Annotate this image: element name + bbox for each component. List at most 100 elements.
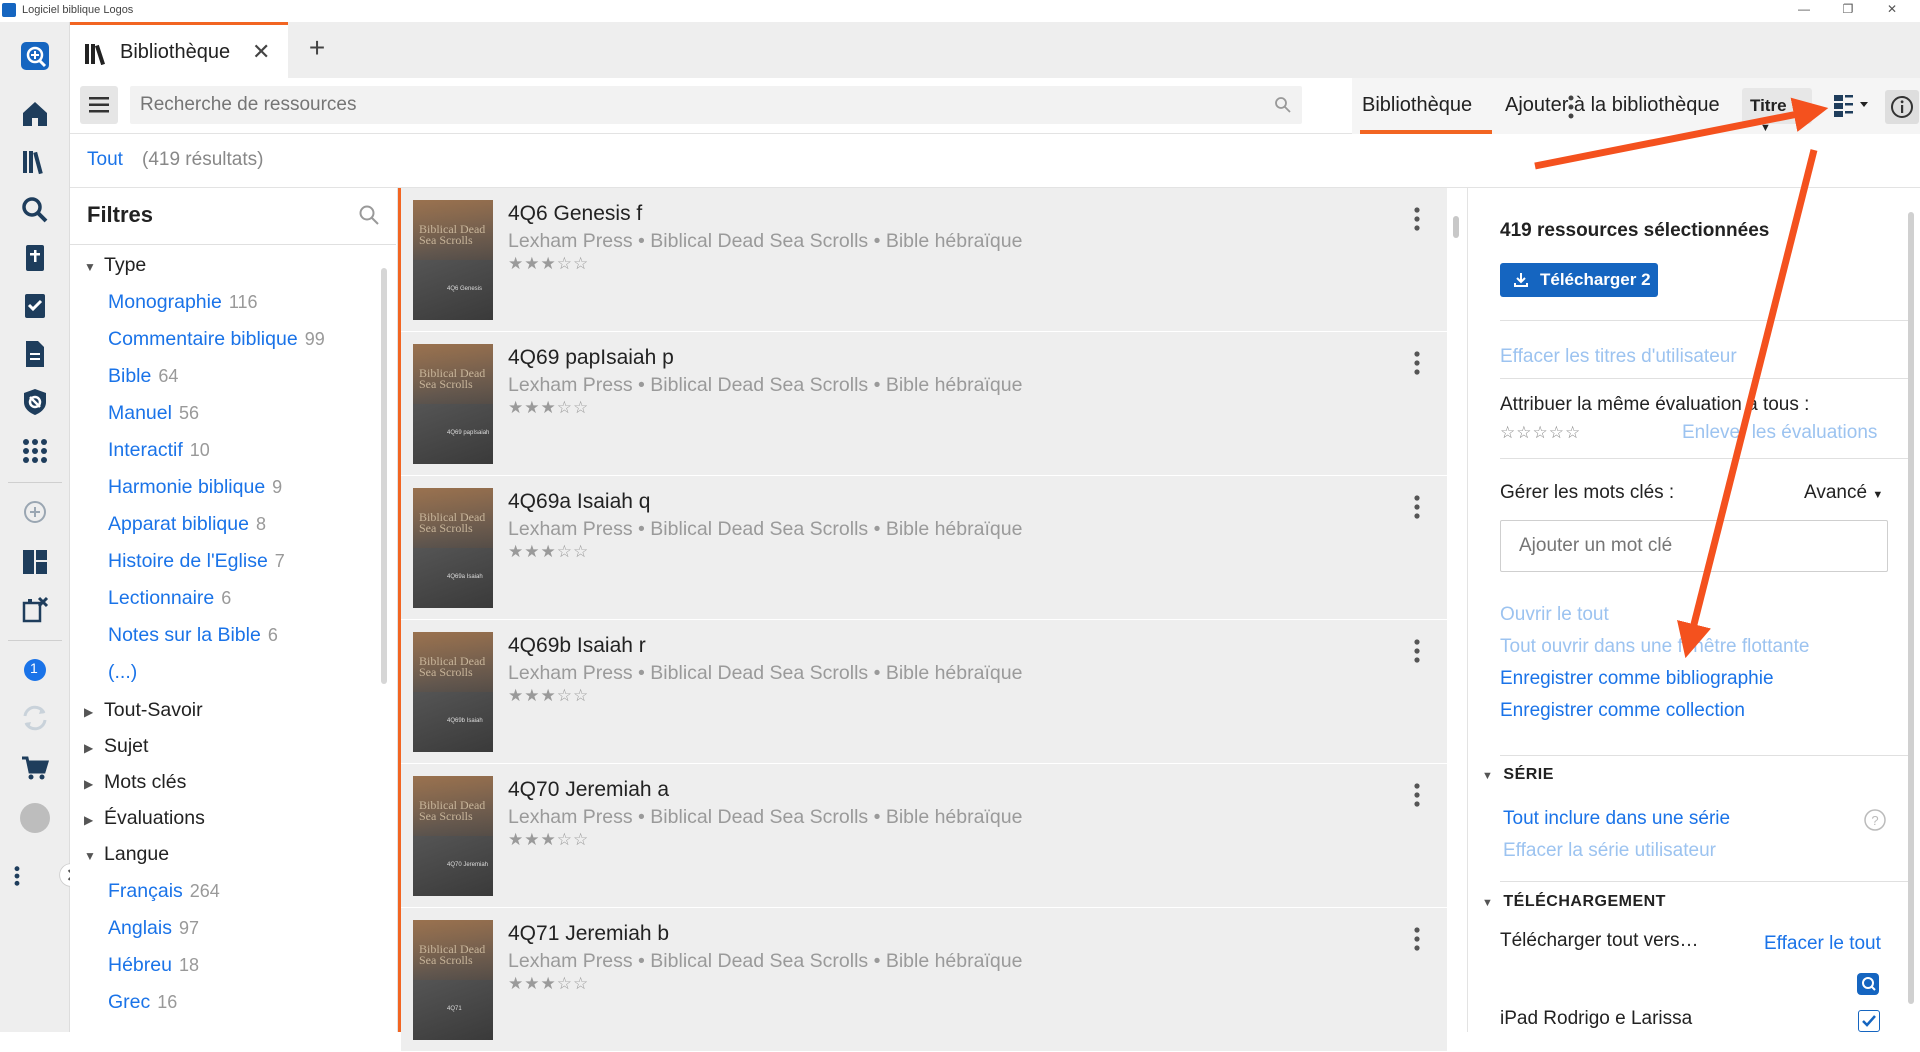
filter-item[interactable]: Hébreu 18 — [108, 954, 199, 984]
info-panel-button[interactable] — [1885, 90, 1919, 124]
library-icon[interactable] — [13, 140, 57, 184]
list-item[interactable]: Biblical Dead Sea Scrolls 4Q69b Isaiah 4Q… — [401, 620, 1447, 764]
filter-item[interactable]: Bible 64 — [108, 365, 178, 395]
rating-stars[interactable]: ★★★☆☆ — [508, 254, 589, 274]
close-tab-icon[interactable]: ✕ — [252, 39, 270, 65]
list-item[interactable]: Biblical Dead Sea Scrolls 4Q70 Jeremiah 4… — [401, 764, 1447, 908]
filter-item[interactable]: Français 264 — [108, 880, 220, 910]
layouts-icon[interactable] — [13, 540, 57, 584]
resource-title[interactable]: 4Q70 Jeremiah a — [508, 778, 669, 802]
clear-all-link[interactable]: Effacer le tout — [1764, 933, 1881, 955]
filters-scrollbar-thumb[interactable] — [381, 268, 387, 684]
avatar[interactable] — [13, 796, 57, 840]
list-item[interactable]: Biblical Dead Sea Scrolls 4Q6 Genesis 4Q6… — [401, 188, 1447, 332]
notifications-badge[interactable]: 1 — [13, 648, 57, 692]
info-scrollbar-thumb[interactable] — [1908, 212, 1914, 1004]
open-all-link[interactable]: Ouvrir le tout — [1500, 604, 1609, 626]
filter-group-type[interactable]: ▼ Type — [84, 254, 146, 284]
logos-search-home-icon[interactable] — [13, 34, 57, 78]
filters-scrollbar[interactable] — [380, 258, 388, 1018]
filter-more-link[interactable]: (...) — [108, 661, 137, 691]
filter-group-language[interactable]: ▼ Langue — [84, 843, 169, 873]
filter-group-collapsed[interactable]: ▶ Évaluations — [84, 807, 205, 837]
close-panels-icon[interactable] — [13, 588, 57, 632]
resource-search-input[interactable] — [130, 86, 1260, 124]
save-collection-link[interactable]: Enregistrer comme collection — [1500, 700, 1745, 722]
rating-stars-input[interactable]: ☆☆☆☆☆ — [1500, 423, 1581, 443]
panel-more-menu[interactable] — [1556, 90, 1586, 124]
open-floating-link[interactable]: Tout ouvrir dans une fenêtre flottante — [1500, 636, 1809, 658]
rating-stars[interactable]: ★★★☆☆ — [508, 686, 589, 706]
close-window-button[interactable]: ✕ — [1872, 2, 1912, 20]
info-scrollbar[interactable] — [1901, 188, 1920, 1032]
download-button[interactable]: Télécharger 2 — [1500, 263, 1658, 297]
bible-icon[interactable] — [13, 236, 57, 280]
resource-title[interactable]: 4Q71 Jeremiah b — [508, 922, 669, 946]
list-item[interactable]: Biblical Dead Sea Scrolls 4Q69a Isaiah 4Q… — [401, 476, 1447, 620]
new-tab-button[interactable]: + — [302, 34, 332, 64]
clear-ratings-link[interactable]: Enlever les évaluations — [1682, 422, 1877, 444]
rating-stars[interactable]: ★★★☆☆ — [508, 830, 589, 850]
item-menu-icon[interactable] — [1407, 492, 1427, 522]
filter-item[interactable]: Apparat biblique 8 — [108, 513, 266, 543]
list-item[interactable]: Biblical Dead Sea Scrolls 4Q69 papIsaiah … — [401, 332, 1447, 476]
filter-group-collapsed[interactable]: ▶ Tout-Savoir — [84, 699, 203, 729]
more-vertical-icon[interactable] — [4, 854, 30, 898]
restore-button[interactable]: ❐ — [1828, 2, 1868, 20]
filter-item[interactable]: Harmonie biblique 9 — [108, 476, 282, 506]
results-scrollbar[interactable] — [1447, 188, 1467, 1032]
clear-user-titles-link[interactable]: Effacer les titres d'utilisateur — [1500, 346, 1737, 368]
sync-icon[interactable] — [13, 696, 57, 740]
rating-stars[interactable]: ★★★☆☆ — [508, 542, 589, 562]
series-section-toggle[interactable]: ▼ SÉRIE — [1482, 766, 1554, 784]
filter-search-icon[interactable] — [358, 204, 380, 226]
list-item[interactable]: Biblical Dead Sea Scrolls 4Q71 4Q71 Jerem… — [401, 908, 1447, 1052]
cart-icon[interactable] — [13, 746, 57, 790]
resource-title[interactable]: 4Q6 Genesis f — [508, 202, 642, 226]
tab-library-view[interactable]: Bibliothèque — [1362, 94, 1472, 117]
series-clear-link[interactable]: Effacer la série utilisateur — [1503, 840, 1716, 862]
rating-stars[interactable]: ★★★☆☆ — [508, 398, 589, 418]
help-icon[interactable]: ? — [1863, 808, 1887, 832]
filter-item[interactable]: Manuel 56 — [108, 402, 199, 432]
download-section-toggle[interactable]: ▼ TÉLÉCHARGEMENT — [1482, 893, 1666, 911]
filter-group-collapsed[interactable]: ▶ Mots clés — [84, 771, 186, 801]
filter-item[interactable]: Lectionnaire 6 — [108, 587, 231, 617]
filter-item[interactable]: Anglais 97 — [108, 917, 199, 947]
apps-grid-icon[interactable] — [13, 428, 57, 472]
scope-all-link[interactable]: Tout — [87, 149, 123, 171]
resource-title[interactable]: 4Q69b Isaiah r — [508, 634, 646, 658]
save-bibliography-link[interactable]: Enregistrer comme bibliographie — [1500, 668, 1774, 690]
resource-title[interactable]: 4Q69 papIsaiah p — [508, 346, 674, 370]
panel-menu-button[interactable] — [80, 86, 118, 124]
rating-stars[interactable]: ★★★☆☆ — [508, 974, 589, 994]
filter-item[interactable]: Notes sur la Bible 6 — [108, 624, 278, 654]
view-mode-dropdown[interactable] — [1830, 90, 1874, 122]
advanced-dropdown[interactable]: Avancé ▼ — [1804, 482, 1883, 504]
filter-group-collapsed[interactable]: ▶ Sujet — [84, 735, 148, 765]
shield-icon[interactable] — [13, 380, 57, 424]
item-menu-icon[interactable] — [1407, 636, 1427, 666]
filter-item[interactable]: Grec 16 — [108, 991, 177, 1021]
search-icon[interactable] — [13, 188, 57, 232]
item-menu-icon[interactable] — [1407, 348, 1427, 378]
home-icon[interactable] — [13, 92, 57, 136]
series-include-link[interactable]: Tout inclure dans une série — [1503, 808, 1730, 830]
item-menu-icon[interactable] — [1407, 204, 1427, 234]
add-layout-icon[interactable] — [13, 490, 57, 534]
tab-library[interactable]: Bibliothèque ✕ — [70, 22, 288, 78]
tab-add-to-library[interactable]: Ajouter à la bibliothèque — [1505, 94, 1720, 117]
minimize-button[interactable]: — — [1784, 2, 1824, 20]
item-menu-icon[interactable] — [1407, 924, 1427, 954]
filter-item[interactable]: Commentaire biblique 99 — [108, 328, 325, 358]
filter-item[interactable]: Interactif 10 — [108, 439, 210, 469]
device-checkbox[interactable] — [1858, 1010, 1880, 1032]
results-scrollbar-thumb[interactable] — [1453, 216, 1459, 238]
filter-item[interactable]: Histoire de l'Eglise 7 — [108, 550, 285, 580]
tasks-icon[interactable] — [13, 284, 57, 328]
keyword-input[interactable] — [1501, 521, 1887, 571]
resource-title[interactable]: 4Q69a Isaiah q — [508, 490, 650, 514]
document-icon[interactable] — [13, 332, 57, 376]
item-menu-icon[interactable] — [1407, 780, 1427, 810]
sort-dropdown[interactable]: Titre ▼ — [1742, 88, 1812, 134]
